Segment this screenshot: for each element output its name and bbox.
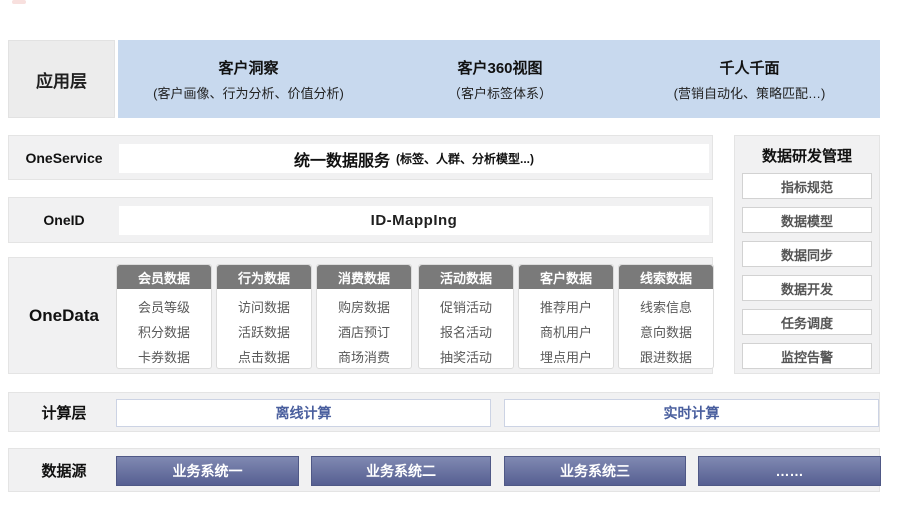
dev-item-data-model: 数据模型 (742, 207, 872, 233)
data-card-leads: 线索数据 线索信息 意向数据 跟进数据 (618, 264, 714, 369)
data-card-customer: 客户数据 推荐用户 商机用户 埋点用户 (518, 264, 614, 369)
application-layer-row: 应用层 客户洞察 (客户画像、行为分析、价值分析) 客户360视图 （客户标签体… (8, 40, 880, 118)
business-system-more-box: …… (698, 456, 881, 486)
data-card-item: 跟进数据 (619, 345, 713, 370)
business-system-3-box: 业务系统三 (504, 456, 686, 486)
data-card-item: 酒店预订 (317, 320, 411, 345)
app-box-title: 客户360视图 (457, 57, 542, 78)
id-mapping-box: ID-MappIng (119, 206, 709, 235)
offline-compute-box: 离线计算 (116, 399, 491, 427)
app-box-subtitle: (营销自动化、策略匹配…) (674, 83, 826, 102)
oneservice-label: OneService (9, 136, 119, 179)
dev-item-data-dev: 数据开发 (742, 275, 872, 301)
unified-data-service-subtitle: (标签、人群、分析模型...) (396, 150, 534, 167)
dev-item-data-sync: 数据同步 (742, 241, 872, 267)
dev-item-task-schedule: 任务调度 (742, 309, 872, 335)
corner-artifact (12, 0, 26, 4)
unified-data-service-box: 统一数据服务 (标签、人群、分析模型...) (119, 144, 709, 173)
datasource-label: 数据源 (9, 449, 119, 491)
architecture-diagram: 应用层 客户洞察 (客户画像、行为分析、价值分析) 客户360视图 （客户标签体… (0, 0, 897, 513)
dev-item-metric-spec: 指标规范 (742, 173, 872, 199)
business-system-1-box: 业务系统一 (116, 456, 299, 486)
data-card-activity: 活动数据 促销活动 报名活动 抽奖活动 (418, 264, 514, 369)
dev-panel-title: 数据研发管理 (735, 145, 879, 166)
unified-data-service-title: 统一数据服务 (294, 147, 390, 171)
app-box-title: 千人千面 (719, 57, 779, 78)
dev-item-monitor-alert: 监控告警 (742, 343, 872, 369)
data-card-item: 活跃数据 (217, 320, 311, 345)
app-box-customer-360: 客户360视图 （客户标签体系） (379, 40, 621, 118)
data-card-item: 埋点用户 (519, 345, 613, 370)
data-card-item: 会员等级 (117, 295, 211, 320)
app-box-subtitle: （客户标签体系） (448, 83, 552, 102)
data-card-header: 客户数据 (519, 265, 613, 289)
data-card-consumption: 消费数据 购房数据 酒店预订 商场消费 (316, 264, 412, 369)
oneid-label: OneID (9, 198, 119, 242)
compute-layer-label: 计算层 (9, 393, 119, 431)
oneid-row: OneID ID-MappIng (8, 197, 713, 243)
data-card-behavior: 行为数据 访问数据 活跃数据 点击数据 (216, 264, 312, 369)
data-card-item: 促销活动 (419, 295, 513, 320)
data-card-item: 购房数据 (317, 295, 411, 320)
app-box-personalization: 千人千面 (营销自动化、策略匹配…) (619, 40, 880, 118)
data-card-header: 会员数据 (117, 265, 211, 289)
data-card-header: 消费数据 (317, 265, 411, 289)
realtime-compute-box: 实时计算 (504, 399, 879, 427)
data-card-item: 抽奖活动 (419, 345, 513, 370)
compute-layer-row: 计算层 离线计算 实时计算 (8, 392, 880, 432)
data-card-item: 意向数据 (619, 320, 713, 345)
data-card-item: 推荐用户 (519, 295, 613, 320)
app-box-subtitle: (客户画像、行为分析、价值分析) (153, 83, 344, 102)
data-card-header: 活动数据 (419, 265, 513, 289)
id-mapping-title: ID-MappIng (371, 212, 458, 229)
app-box-customer-insight: 客户洞察 (客户画像、行为分析、价值分析) (118, 40, 379, 118)
data-card-header: 线索数据 (619, 265, 713, 289)
application-layer-label: 应用层 (8, 40, 115, 118)
app-box-title: 客户洞察 (218, 57, 278, 78)
data-card-item: 商场消费 (317, 345, 411, 370)
oneservice-row: OneService 统一数据服务 (标签、人群、分析模型...) (8, 135, 713, 180)
datasource-row: 数据源 业务系统一 业务系统二 业务系统三 …… (8, 448, 880, 492)
data-card-item: 线索信息 (619, 295, 713, 320)
data-card-item: 卡券数据 (117, 345, 211, 370)
data-card-item: 访问数据 (217, 295, 311, 320)
data-dev-management-panel: 数据研发管理 指标规范 数据模型 数据同步 数据开发 任务调度 监控告警 (734, 135, 880, 374)
onedata-row: OneData 会员数据 会员等级 积分数据 卡券数据 行为数据 访问数据 活跃… (8, 257, 713, 374)
data-card-member: 会员数据 会员等级 积分数据 卡券数据 (116, 264, 212, 369)
business-system-2-box: 业务系统二 (311, 456, 491, 486)
data-card-item: 商机用户 (519, 320, 613, 345)
data-card-item: 点击数据 (217, 345, 311, 370)
data-card-header: 行为数据 (217, 265, 311, 289)
onedata-label: OneData (9, 258, 119, 373)
data-card-item: 报名活动 (419, 320, 513, 345)
data-card-item: 积分数据 (117, 320, 211, 345)
